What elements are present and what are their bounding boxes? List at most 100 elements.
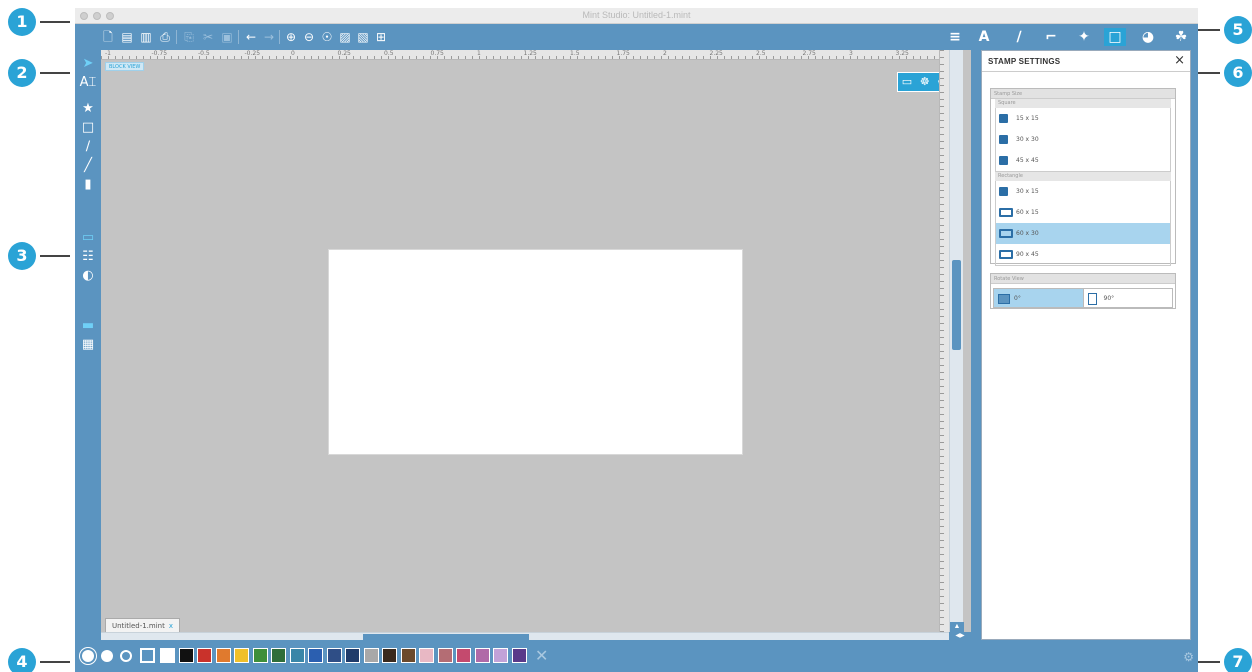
document-tab[interactable]: Untitled-1.mint x xyxy=(105,618,180,632)
color-swatch[interactable] xyxy=(493,648,508,663)
color-swatch[interactable] xyxy=(474,648,490,663)
menu-icon[interactable]: ≡ xyxy=(944,28,966,46)
square-stamp-icon xyxy=(999,156,1008,165)
color-swatch[interactable] xyxy=(400,648,416,663)
text-tool-icon[interactable]: A⌶ xyxy=(79,75,97,91)
paste-icon[interactable]: ▣ xyxy=(219,29,235,45)
color-swatch[interactable] xyxy=(234,648,249,663)
rectangle-icon[interactable]: □ xyxy=(79,120,97,136)
clear-color-icon[interactable]: ✕ xyxy=(535,646,548,665)
rectangle-stamp-icon xyxy=(999,208,1013,217)
stamp-option-label: 30 x 15 xyxy=(1016,188,1039,195)
cut-icon[interactable]: ✂ xyxy=(200,29,216,45)
left-toolbar: ➤ A⌶ ★ □ ∕ ╱ ▮ ▭ ☷ ◐ ▬ ▦ xyxy=(75,50,101,640)
canvas-area[interactable]: -1 -0.75 -0.5 -0.25 0 0.25 0.5 0.75 1 1.25 1.5 1.75… xyxy=(101,50,971,640)
undo-icon[interactable]: ← xyxy=(243,29,259,45)
square-stamp-icon xyxy=(999,135,1008,144)
palette-icon[interactable]: ◕ xyxy=(1137,28,1159,46)
color-swatch[interactable] xyxy=(419,648,434,663)
filled-circle-icon[interactable] xyxy=(82,650,94,662)
color-swatch[interactable] xyxy=(456,648,471,663)
color-swatch[interactable] xyxy=(437,648,453,663)
stamp-option[interactable]: 60 x 15 xyxy=(996,202,1170,223)
rotate-label: 0° xyxy=(1014,295,1021,302)
ruler-label: -1 xyxy=(105,50,111,57)
stamp-settings-panel: STAMP SETTINGS × Stamp Size Square 15 x … xyxy=(981,50,1191,640)
text-icon[interactable]: A xyxy=(973,28,995,46)
redo-icon[interactable]: → xyxy=(261,29,277,45)
section-header: Rotate View xyxy=(991,274,1175,284)
color-swatch[interactable] xyxy=(252,648,268,663)
ruler-label: 1 xyxy=(477,50,481,57)
color-view-icon[interactable]: ◐ xyxy=(79,268,97,284)
solid-circle-icon[interactable] xyxy=(101,650,113,662)
zoom-in-icon[interactable]: ⊕ xyxy=(283,29,299,45)
draw-icon[interactable]: ∕ xyxy=(1008,28,1030,46)
landscape-icon xyxy=(998,294,1010,304)
color-swatch[interactable] xyxy=(382,648,397,663)
scroll-thumb[interactable] xyxy=(952,260,961,350)
stamp-option[interactable]: 30 x 15 xyxy=(996,181,1170,202)
callout-number: 4 xyxy=(8,648,36,672)
zoom-out-icon[interactable]: ⊖ xyxy=(301,29,317,45)
block-view-icon[interactable]: ▭ xyxy=(79,230,97,246)
stamp-option[interactable]: 45 x 45 xyxy=(996,150,1170,171)
stamp-option[interactable]: 15 x 15 xyxy=(996,108,1170,129)
open-icon[interactable]: ▤ xyxy=(119,29,135,45)
color-swatch[interactable] xyxy=(271,648,286,663)
zoom-selection-icon[interactable]: ▨ xyxy=(337,29,353,45)
vertical-scrollbar[interactable]: ▲▼ xyxy=(949,50,964,640)
panel-icon[interactable]: ▬ xyxy=(79,318,97,334)
open-recent-icon[interactable]: ▥ xyxy=(138,29,154,45)
zoom-fit-icon[interactable]: ☉ xyxy=(319,29,335,45)
title-bar: Mint Studio: Untitled-1.mint xyxy=(75,8,1198,24)
stamp-page[interactable] xyxy=(328,249,743,455)
settings-icon[interactable]: ⚙ xyxy=(1183,650,1194,664)
panel-divider xyxy=(982,71,1190,72)
color-swatch[interactable] xyxy=(178,648,194,663)
close-icon[interactable]: × xyxy=(1174,53,1185,68)
color-swatch[interactable] xyxy=(308,648,323,663)
stamp-icon[interactable]: □ xyxy=(1104,28,1126,46)
zoom-page-icon[interactable]: ▧ xyxy=(355,29,371,45)
close-tab-icon[interactable]: x xyxy=(169,622,173,630)
select-icon[interactable]: ➤ xyxy=(79,56,97,72)
toolbar-divider xyxy=(279,30,280,44)
ruler-label: 1.75 xyxy=(616,50,630,57)
color-swatch[interactable] xyxy=(215,648,231,663)
leaf-icon[interactable]: ☘ xyxy=(1170,28,1192,46)
stamp-view-icon[interactable]: ☷ xyxy=(79,249,97,265)
trace-icon[interactable]: ✦ xyxy=(1073,28,1095,46)
copy-icon[interactable]: ⎘ xyxy=(181,29,197,45)
color-swatch[interactable] xyxy=(345,648,360,663)
color-swatch[interactable] xyxy=(289,648,305,663)
rotate-0-button[interactable]: 0° xyxy=(994,289,1083,307)
no-color-icon[interactable] xyxy=(140,648,155,663)
horizontal-scrollbar[interactable] xyxy=(101,632,949,640)
line-icon[interactable]: ∕ xyxy=(79,139,97,155)
color-swatch[interactable] xyxy=(197,648,212,663)
pen-icon[interactable]: ╱ xyxy=(79,158,97,174)
block-view-icon[interactable]: ▭ xyxy=(902,72,912,92)
layout-icon[interactable]: ▦ xyxy=(79,337,97,353)
stamp-option-selected[interactable]: 60 x 30 xyxy=(996,223,1170,244)
color-swatch[interactable] xyxy=(160,648,175,663)
stamp-option[interactable]: 90 x 45 xyxy=(996,244,1170,265)
rotate-90-button[interactable]: 90° xyxy=(1082,289,1173,307)
shape-icon[interactable]: ★ xyxy=(79,101,97,117)
crop-icon[interactable]: ⌐ xyxy=(1040,28,1062,46)
outline-circle-icon[interactable] xyxy=(120,650,132,662)
color-swatch[interactable] xyxy=(363,648,379,663)
ruler-label: 0 xyxy=(291,50,295,57)
vertical-ruler xyxy=(939,50,949,640)
color-swatch[interactable] xyxy=(511,648,527,663)
new-icon[interactable]: 🗋 xyxy=(100,29,116,45)
print-icon[interactable]: ⎙ xyxy=(157,29,173,45)
stamp-option[interactable]: 30 x 30 xyxy=(996,129,1170,150)
stamp-view-icon[interactable]: ☸ xyxy=(920,72,930,92)
fit-to-window-icon[interactable]: ⊞ xyxy=(373,29,389,45)
eraser-icon[interactable]: ▮ xyxy=(79,177,97,193)
color-swatch[interactable] xyxy=(326,648,342,663)
ruler-label: 1.5 xyxy=(570,50,580,57)
scroll-arrows-icon[interactable]: ◀▶ xyxy=(949,632,971,640)
